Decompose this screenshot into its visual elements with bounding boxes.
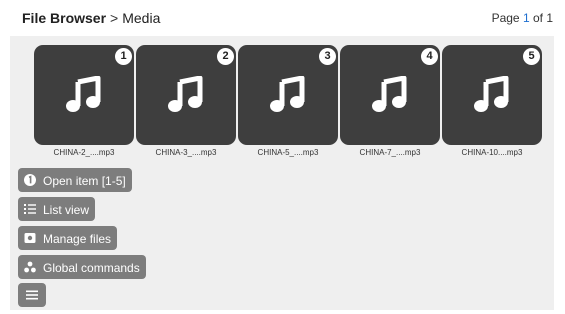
breadcrumb: File Browser > Media <box>22 10 160 26</box>
media-grid: 1 CHINA-2_....mp3 2 CHINA-3_....mp3 3 CH… <box>34 45 554 163</box>
music-note-icon <box>168 76 203 112</box>
list-icon <box>24 203 36 214</box>
media-item[interactable]: 2 CHINA-3_....mp3 <box>136 45 236 163</box>
item-number-badge: 3 <box>319 48 336 65</box>
open-item-button[interactable]: Open item [1-5] <box>18 168 132 192</box>
item-number-badge: 4 <box>421 48 438 65</box>
breadcrumb-root[interactable]: File Browser <box>22 10 106 26</box>
list-view-button[interactable]: List view <box>18 197 96 221</box>
item-filename: CHINA-2_....mp3 <box>53 148 115 157</box>
manage-files-label: Manage files <box>43 231 112 246</box>
page-current: 1 <box>522 11 530 25</box>
item-filename: CHINA-10....mp3 <box>461 148 523 157</box>
page-total: of 1 <box>532 11 553 25</box>
media-item[interactable]: 3 CHINA-5_....mp3 <box>238 45 338 163</box>
media-panel: 1 CHINA-2_....mp3 2 CHINA-3_....mp3 3 CH… <box>10 36 554 310</box>
item-filename: CHINA-7_....mp3 <box>359 148 421 157</box>
manage-files-icon <box>24 232 36 243</box>
manage-files-button[interactable]: Manage files <box>18 226 118 250</box>
header-bar: File Browser > Media Page 1 of 1 <box>0 0 565 34</box>
breadcrumb-current: Media <box>122 10 161 26</box>
hamburger-menu-icon <box>26 290 38 300</box>
global-commands-icon <box>24 261 36 273</box>
music-note-icon <box>474 76 509 112</box>
list-view-label: List view <box>43 202 90 217</box>
item-number-badge: 2 <box>217 48 234 65</box>
media-item[interactable]: 1 CHINA-2_....mp3 <box>34 45 134 163</box>
open-item-label: Open item [1-5] <box>43 173 126 188</box>
number-one-circle-icon <box>24 173 36 186</box>
music-note-icon <box>270 76 305 112</box>
media-item[interactable]: 5 CHINA-10....mp3 <box>442 45 542 163</box>
music-note-icon <box>66 76 101 112</box>
item-filename: CHINA-5_....mp3 <box>257 148 319 157</box>
music-note-icon <box>372 76 407 112</box>
breadcrumb-separator: > <box>110 10 119 26</box>
global-commands-label: Global commands <box>43 260 140 275</box>
item-number-badge: 1 <box>115 48 132 65</box>
page-label: Page <box>491 11 520 25</box>
media-item[interactable]: 4 CHINA-7_....mp3 <box>340 45 440 163</box>
menu-button[interactable] <box>18 283 46 307</box>
item-number-badge: 5 <box>523 48 540 65</box>
page-indicator: Page 1 of 1 <box>492 11 553 25</box>
global-commands-button[interactable]: Global commands <box>18 255 146 279</box>
item-filename: CHINA-3_....mp3 <box>155 148 217 157</box>
